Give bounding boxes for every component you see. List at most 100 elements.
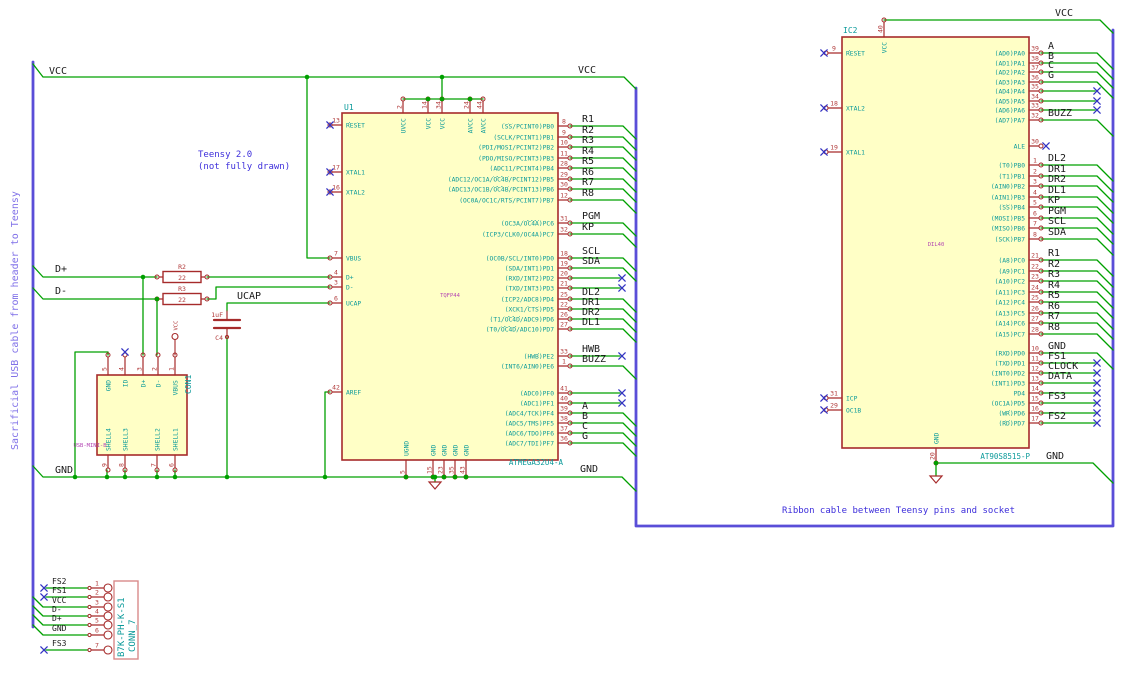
pin-name: ICP — [846, 395, 858, 402]
net-label: GND — [55, 465, 73, 476]
net-label: GND — [580, 464, 598, 475]
pin-name: (ADC13/OC1B/OC4B/PCINT13)PB6 — [448, 186, 554, 193]
junction-dot — [172, 474, 178, 480]
pin-name: (ADC6/TDO)PF6 — [505, 430, 554, 437]
pin-number: 37 — [560, 425, 568, 433]
pin-number: 11 — [560, 150, 568, 158]
pin-number: 42 — [332, 384, 340, 392]
pin-name: (A12)PC4 — [995, 299, 1026, 306]
pin-name: (A11)PC3 — [995, 289, 1026, 296]
net-label: FS2 — [1048, 411, 1066, 422]
pin-number: 6 — [167, 463, 175, 467]
component-part-name: ATMEGA32U4-A — [509, 458, 564, 467]
pin-name: AVCC — [481, 118, 488, 133]
pin-name: SHELL3 — [123, 428, 130, 451]
pin-number: 2 — [1033, 168, 1037, 176]
pin-number: 43 — [458, 466, 466, 474]
pin-name: XTAL1 — [846, 149, 865, 156]
pin-name: (A8)PC0 — [998, 257, 1025, 264]
pin-number: 24 — [462, 101, 470, 109]
pin-number: 2 — [95, 589, 99, 597]
pin-pad — [103, 602, 113, 612]
power-label: VCC — [174, 321, 180, 331]
pin-number: 29 — [560, 171, 568, 179]
pin-name: (AD2)PA2 — [995, 69, 1026, 76]
pin-number: 9 — [832, 45, 836, 53]
net-label: R5 — [1048, 290, 1060, 301]
pin-name: (AD6)PA6 — [995, 107, 1026, 114]
pin-number: 44 — [475, 101, 483, 109]
pin-number: 5 — [1033, 199, 1037, 207]
pin-name: (A14)PC6 — [995, 320, 1026, 327]
pin-number: 25 — [560, 291, 568, 299]
pin-number: 1 — [1033, 157, 1037, 165]
pin-number: 7 — [95, 642, 99, 650]
pin-name: VCC — [882, 42, 889, 54]
pin-name: (TXD)PD1 — [995, 360, 1026, 367]
pin-name: (RXD/INT2)PD2 — [505, 275, 554, 282]
pin-name: GND — [431, 444, 438, 456]
pin-name: (TXD/INT3)PD3 — [505, 285, 554, 292]
pin-name: RESET — [846, 50, 865, 57]
pin-number: 36 — [560, 435, 568, 443]
pin-pad — [103, 620, 113, 630]
component-IC2: IC2DIL40AT90S8515-PRESET9XTAL218XTAL119I… — [823, 17, 1044, 466]
pin-number: 19 — [560, 260, 568, 268]
net-label: R3 — [582, 135, 594, 146]
pin-number: 2 — [150, 367, 158, 371]
junction-dot — [467, 96, 473, 102]
pin-name: (AD0)PA0 — [995, 50, 1026, 57]
pin-name: UCAP — [346, 300, 361, 307]
pin-number: 10 — [1031, 345, 1039, 353]
pin-number: 1 — [167, 367, 175, 371]
pin-number: 37 — [1031, 64, 1039, 72]
junction-dot — [322, 474, 328, 480]
resistor-ref: R3 — [178, 285, 186, 293]
pin-name: (XCK1/CTS)PD5 — [505, 306, 554, 313]
pin-number: 9 — [100, 463, 108, 467]
net-label: SCL — [1048, 216, 1066, 227]
pin-name: GND — [464, 444, 471, 456]
pin-number: 26 — [1031, 305, 1039, 313]
pin-number: 18 — [830, 100, 838, 108]
pin-number: 6 — [95, 627, 99, 635]
pin-number: 5 — [100, 367, 108, 371]
pin-number: 16 — [1031, 405, 1039, 413]
net-label: VCC — [49, 66, 67, 77]
pin-number: 23 — [1031, 273, 1039, 281]
pin-name: (AD7)PA7 — [995, 117, 1026, 124]
pin-number: 17 — [1031, 415, 1039, 423]
pin-name: (RXD)PD0 — [995, 350, 1026, 357]
pin-number: 4 — [1033, 189, 1037, 197]
pin-name: (ADC0)PF0 — [520, 390, 554, 397]
junction-dot — [432, 474, 438, 480]
pin-name: (AIN1)PB3 — [991, 194, 1025, 201]
pin-number: 16 — [332, 184, 340, 192]
net-label: BUZZ — [582, 354, 606, 365]
pin-number: 4 — [117, 367, 125, 371]
net-label: DL2 — [1048, 153, 1066, 164]
pin-number: 38 — [560, 415, 568, 423]
pin-number: 39 — [560, 405, 568, 413]
pin-name: (A9)PC1 — [998, 268, 1025, 275]
pin-name: (A15)PC7 — [995, 331, 1026, 338]
pin-pad — [103, 611, 113, 621]
pin-name: (MISO)PB6 — [991, 225, 1025, 232]
pin-name: (SS)PB4 — [998, 204, 1025, 211]
junction-dot — [425, 96, 431, 102]
pin-name: ALE — [1014, 143, 1026, 150]
pin-name: VCC — [440, 118, 447, 130]
pin-name: (T1/OC4D/ADC9)PD6 — [490, 316, 555, 323]
pin-name: (ADC1)PF1 — [520, 400, 554, 407]
net-label: VCC — [578, 65, 596, 76]
pin-name: VBUS — [346, 255, 361, 262]
pin-name: (AIN0)PB2 — [991, 183, 1025, 190]
pin-number: 31 — [560, 215, 568, 223]
pin-name: (ADC4/TCK)PF4 — [505, 410, 554, 417]
pin-number: 7 — [1033, 220, 1037, 228]
net-label: PGM — [582, 211, 600, 222]
junction-dot — [224, 474, 230, 480]
pin-number: 3 — [135, 367, 143, 371]
net-label: KP — [582, 222, 594, 233]
pin-name: XTAL1 — [346, 169, 365, 176]
